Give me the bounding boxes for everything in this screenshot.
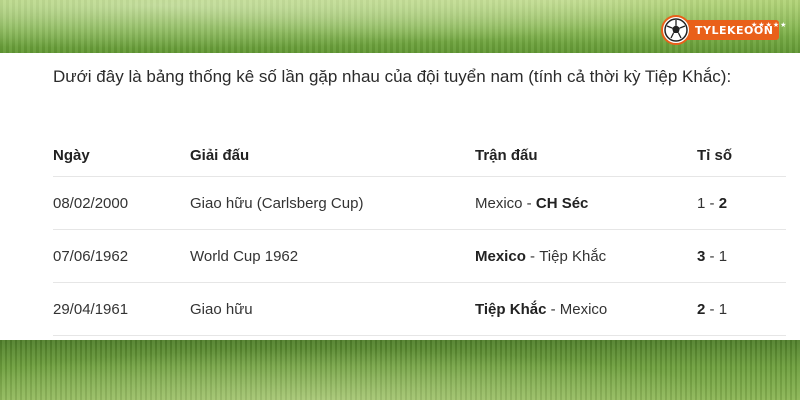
site-logo[interactable]: ★★★★★ TYLEKEOON [661,12,793,48]
cell-date: 08/02/2000 [53,194,129,212]
header-match: Trận đấu [475,147,538,164]
team-away: CH Séc [535,194,589,212]
intro-paragraph: Dưới đây là bảng thống kê số lần gặp nha… [53,67,732,86]
cell-score: 3 - 1 [697,230,727,282]
score-home: 3 [697,247,706,265]
cell-match: Tiệp Khắc - Mexico [475,283,607,335]
cell-competition: Giao hữu (Carlsberg Cup) [190,194,364,212]
score-away: 2 [718,194,728,212]
table-body: 08/02/2000 Giao hữu (Carlsberg Cup) Mexico… [53,177,786,336]
cell-competition: World Cup 1962 [190,247,299,265]
table-row: 08/02/2000 Giao hữu (Carlsberg Cup) Mexico… [53,177,786,230]
cell-match: Mexico - Tiệp Khắc [475,230,606,282]
header-competition: Giải đấu [190,147,250,164]
team-away: Mexico [559,300,608,318]
team-away: Tiệp Khắc [539,247,607,265]
score-separator: - [705,247,719,265]
cell-date: 29/04/1961 [53,300,129,318]
table-row: 07/06/1962 World Cup 1962 Mexico - Tiệp Kh… [53,230,786,283]
table-header-row: Ngày Giải đấu Trận đấu Tỉ số [53,143,786,177]
header-score: Tỉ số [697,147,733,164]
team-home: Mexico [475,194,523,212]
logo-wordmark: ★★★★★ TYLEKEOON [687,20,786,40]
cell-date: 07/06/1962 [53,247,129,265]
team-home: Mexico [475,247,526,265]
score-home: 1 [697,194,706,212]
score-separator: - [705,300,719,318]
team-home: Tiệp Khắc [475,300,547,318]
cell-match: Mexico - CH Séc [475,177,588,229]
match-separator: - [525,247,540,265]
grass-background-bottom [0,340,800,400]
score-home: 2 [697,300,706,318]
score-away: 1 [718,300,728,318]
content-card: Dưới đây là bảng thống kê số lần gặp nha… [0,53,800,341]
score-away: 1 [718,247,728,265]
cell-score: 2 - 1 [697,283,727,335]
head-to-head-table: Ngày Giải đấu Trận đấu Tỉ số 08/02/2000 G… [53,143,786,336]
cell-competition: Giao hữu [190,300,253,318]
header-date: Ngày [53,147,90,164]
soccer-ball-icon [661,15,691,45]
cell-score: 1 - 2 [697,177,727,229]
match-separator: - [546,300,560,318]
score-separator: - [705,194,719,212]
table-row: 29/04/1961 Giao hữu Tiệp Khắc - Mexico 2 - … [53,283,786,336]
logo-stars: ★★★★★ [751,21,788,29]
match-separator: - [522,194,536,212]
